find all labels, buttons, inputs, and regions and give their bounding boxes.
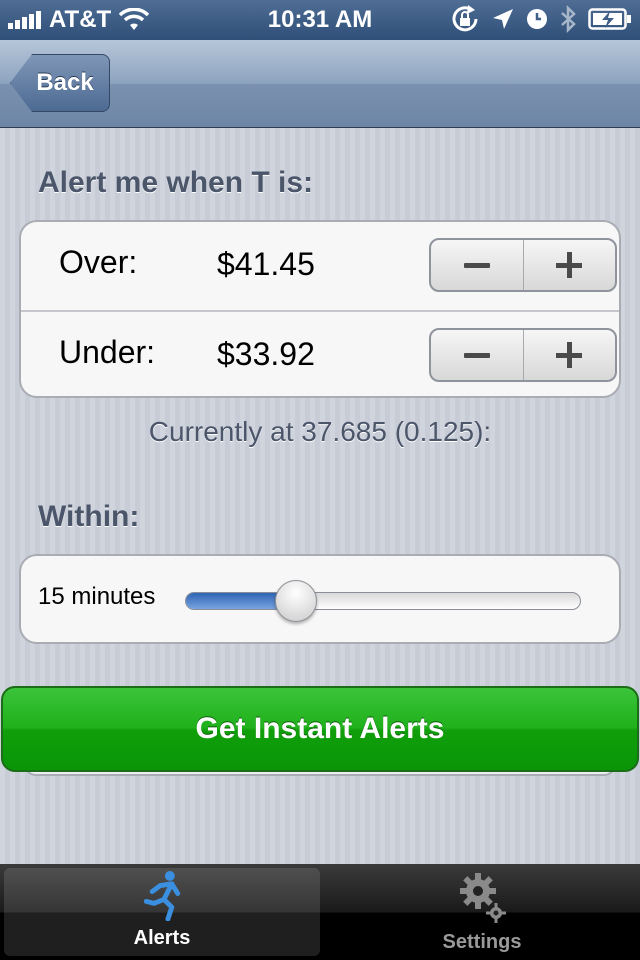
tab-alerts[interactable]: Alerts — [4, 868, 320, 956]
slider-thumb[interactable] — [275, 580, 318, 622]
battery-icon — [588, 8, 631, 30]
under-value: $33.92 — [217, 336, 315, 372]
under-increment-button[interactable] — [522, 330, 616, 380]
over-stepper — [429, 238, 617, 292]
tab-settings[interactable]: Settings — [324, 864, 640, 960]
minus-icon — [463, 262, 490, 268]
location-icon — [493, 9, 513, 29]
plus-icon — [556, 342, 583, 368]
under-row: Under: $33.92 — [21, 310, 619, 396]
back-button[interactable]: Back — [10, 54, 110, 112]
over-value: $41.45 — [217, 246, 315, 282]
navigation-bar: Back — [0, 40, 640, 128]
under-label: Under: — [59, 334, 156, 370]
tab-bar: Alerts Settings — [0, 864, 640, 960]
rotation-lock-icon — [452, 5, 478, 32]
over-row: Over: $41.45 — [21, 222, 619, 310]
plus-icon — [556, 252, 583, 278]
get-instant-alerts-button[interactable]: Get Instant Alerts — [1, 686, 639, 772]
within-slider[interactable] — [185, 580, 581, 622]
under-stepper — [429, 328, 617, 382]
status-bar: AT&T 10:31 AM — [0, 0, 640, 40]
status-right — [450, 5, 632, 33]
over-label: Over: — [59, 244, 138, 280]
alert-thresholds-group: Over: $41.45 Under: $33.92 — [19, 220, 621, 398]
running-man-icon — [143, 870, 181, 921]
within-section-title: Within: — [38, 500, 140, 533]
alert-section-title: Alert me when T is: — [38, 166, 314, 199]
tab-settings-label: Settings — [442, 931, 522, 953]
tab-alerts-label: Alerts — [133, 927, 191, 949]
current-price-text: Currently at 37.685 (0.125): — [148, 416, 492, 447]
minus-icon — [463, 352, 490, 358]
bluetooth-icon — [561, 5, 576, 33]
gears-icon — [460, 873, 506, 923]
within-group: 15 minutes — [19, 554, 621, 644]
under-decrement-button[interactable] — [431, 330, 523, 380]
within-slider-label: 15 minutes — [38, 583, 156, 610]
over-decrement-button[interactable] — [431, 240, 523, 290]
alarm-icon — [527, 9, 547, 29]
over-increment-button[interactable] — [522, 240, 616, 290]
